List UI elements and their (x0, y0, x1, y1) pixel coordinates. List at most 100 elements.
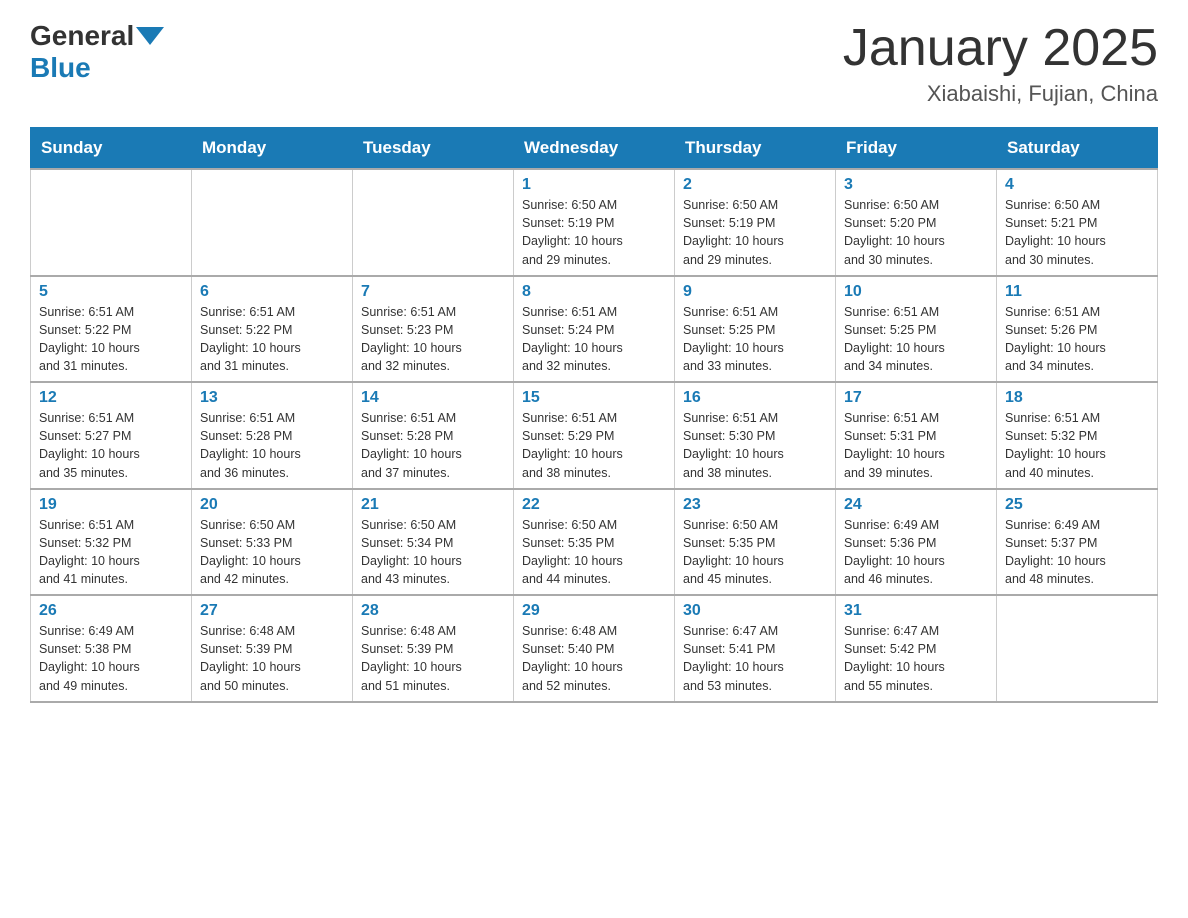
day-info: Sunrise: 6:51 AMSunset: 5:28 PMDaylight:… (200, 409, 344, 482)
calendar-cell: 29 Sunrise: 6:48 AMSunset: 5:40 PMDayligh… (514, 595, 675, 702)
calendar-cell: 13 Sunrise: 6:51 AMSunset: 5:28 PMDayligh… (192, 382, 353, 489)
day-number: 12 (39, 389, 183, 407)
day-number: 14 (361, 389, 505, 407)
day-number: 25 (1005, 496, 1149, 514)
day-number: 31 (844, 602, 988, 620)
calendar-cell: 9Sunrise: 6:51 AMSunset: 5:25 PMDaylight… (675, 276, 836, 383)
calendar-cell: 24 Sunrise: 6:49 AMSunset: 5:36 PMDayligh… (836, 489, 997, 596)
day-info: Sunrise: 6:50 AMSunset: 5:34 PMDaylight:… (361, 516, 505, 589)
day-number: 22 (522, 496, 666, 514)
calendar-week-5: 26 Sunrise: 6:49 AMSunset: 5:38 PMDayligh… (31, 595, 1158, 702)
day-info: Sunrise: 6:51 AMSunset: 5:27 PMDaylight:… (39, 409, 183, 482)
day-info: Sunrise: 6:50 AMSunset: 5:33 PMDaylight:… (200, 516, 344, 589)
logo-blue-text: Blue (30, 52, 91, 84)
calendar-cell: 16Sunrise: 6:51 AMSunset: 5:30 PMDayligh… (675, 382, 836, 489)
day-info: Sunrise: 6:51 AMSunset: 5:30 PMDaylight:… (683, 409, 827, 482)
calendar-header-wednesday: Wednesday (514, 128, 675, 170)
calendar-cell (192, 169, 353, 276)
day-info: Sunrise: 6:51 AMSunset: 5:32 PMDaylight:… (1005, 409, 1149, 482)
day-number: 3 (844, 176, 988, 194)
calendar-cell (31, 169, 192, 276)
calendar-cell: 14 Sunrise: 6:51 AMSunset: 5:28 PMDayligh… (353, 382, 514, 489)
page-header: General Blue January 2025 Xiabaishi, Fuj… (30, 20, 1158, 107)
calendar-cell: 17Sunrise: 6:51 AMSunset: 5:31 PMDayligh… (836, 382, 997, 489)
day-number: 5 (39, 283, 183, 301)
calendar-cell: 18 Sunrise: 6:51 AMSunset: 5:32 PMDayligh… (997, 382, 1158, 489)
calendar-cell: 31 Sunrise: 6:47 AMSunset: 5:42 PMDayligh… (836, 595, 997, 702)
calendar-cell: 27Sunrise: 6:48 AMSunset: 5:39 PMDayligh… (192, 595, 353, 702)
calendar-table: SundayMondayTuesdayWednesdayThursdayFrid… (30, 127, 1158, 703)
day-info: Sunrise: 6:48 AMSunset: 5:40 PMDaylight:… (522, 622, 666, 695)
day-number: 7 (361, 283, 505, 301)
calendar-header-friday: Friday (836, 128, 997, 170)
day-number: 2 (683, 176, 827, 194)
day-info: Sunrise: 6:49 AMSunset: 5:37 PMDaylight:… (1005, 516, 1149, 589)
day-number: 17 (844, 389, 988, 407)
logo-triangle-icon (136, 27, 164, 45)
calendar-cell: 15 Sunrise: 6:51 AMSunset: 5:29 PMDayligh… (514, 382, 675, 489)
calendar-cell: 1 Sunrise: 6:50 AMSunset: 5:19 PMDaylight… (514, 169, 675, 276)
day-info: Sunrise: 6:51 AMSunset: 5:22 PMDaylight:… (39, 303, 183, 376)
day-info: Sunrise: 6:51 AMSunset: 5:32 PMDaylight:… (39, 516, 183, 589)
location-subtitle: Xiabaishi, Fujian, China (843, 81, 1158, 107)
day-number: 29 (522, 602, 666, 620)
day-number: 21 (361, 496, 505, 514)
day-number: 1 (522, 176, 666, 194)
day-number: 27 (200, 602, 344, 620)
day-info: Sunrise: 6:47 AMSunset: 5:41 PMDaylight:… (683, 622, 827, 695)
calendar-header-thursday: Thursday (675, 128, 836, 170)
calendar-cell: 25 Sunrise: 6:49 AMSunset: 5:37 PMDayligh… (997, 489, 1158, 596)
day-number: 26 (39, 602, 183, 620)
day-number: 18 (1005, 389, 1149, 407)
calendar-week-2: 5 Sunrise: 6:51 AMSunset: 5:22 PMDaylight… (31, 276, 1158, 383)
day-info: Sunrise: 6:51 AMSunset: 5:29 PMDaylight:… (522, 409, 666, 482)
day-info: Sunrise: 6:49 AMSunset: 5:38 PMDaylight:… (39, 622, 183, 695)
day-info: Sunrise: 6:50 AMSunset: 5:19 PMDaylight:… (683, 196, 827, 269)
day-info: Sunrise: 6:51 AMSunset: 5:28 PMDaylight:… (361, 409, 505, 482)
day-number: 11 (1005, 283, 1149, 301)
day-info: Sunrise: 6:50 AMSunset: 5:21 PMDaylight:… (1005, 196, 1149, 269)
calendar-cell: 20 Sunrise: 6:50 AMSunset: 5:33 PMDayligh… (192, 489, 353, 596)
calendar-cell: 3 Sunrise: 6:50 AMSunset: 5:20 PMDaylight… (836, 169, 997, 276)
logo-general-text: General (30, 20, 134, 52)
day-number: 30 (683, 602, 827, 620)
day-number: 23 (683, 496, 827, 514)
calendar-cell: 7Sunrise: 6:51 AMSunset: 5:23 PMDaylight… (353, 276, 514, 383)
calendar-cell: 19 Sunrise: 6:51 AMSunset: 5:32 PMDayligh… (31, 489, 192, 596)
day-number: 19 (39, 496, 183, 514)
calendar-header-row: SundayMondayTuesdayWednesdayThursdayFrid… (31, 128, 1158, 170)
day-number: 24 (844, 496, 988, 514)
calendar-cell: 4Sunrise: 6:50 AMSunset: 5:21 PMDaylight… (997, 169, 1158, 276)
day-number: 15 (522, 389, 666, 407)
day-info: Sunrise: 6:51 AMSunset: 5:22 PMDaylight:… (200, 303, 344, 376)
calendar-week-4: 19 Sunrise: 6:51 AMSunset: 5:32 PMDayligh… (31, 489, 1158, 596)
calendar-week-1: 1 Sunrise: 6:50 AMSunset: 5:19 PMDaylight… (31, 169, 1158, 276)
calendar-cell: 6Sunrise: 6:51 AMSunset: 5:22 PMDaylight… (192, 276, 353, 383)
calendar-header-saturday: Saturday (997, 128, 1158, 170)
calendar-header-sunday: Sunday (31, 128, 192, 170)
calendar-cell: 23 Sunrise: 6:50 AMSunset: 5:35 PMDayligh… (675, 489, 836, 596)
calendar-header-monday: Monday (192, 128, 353, 170)
day-number: 9 (683, 283, 827, 301)
day-info: Sunrise: 6:48 AMSunset: 5:39 PMDaylight:… (361, 622, 505, 695)
day-number: 10 (844, 283, 988, 301)
day-info: Sunrise: 6:49 AMSunset: 5:36 PMDaylight:… (844, 516, 988, 589)
calendar-cell: 8Sunrise: 6:51 AMSunset: 5:24 PMDaylight… (514, 276, 675, 383)
calendar-cell: 21 Sunrise: 6:50 AMSunset: 5:34 PMDayligh… (353, 489, 514, 596)
calendar-cell (997, 595, 1158, 702)
day-info: Sunrise: 6:50 AMSunset: 5:35 PMDaylight:… (522, 516, 666, 589)
calendar-cell: 30 Sunrise: 6:47 AMSunset: 5:41 PMDayligh… (675, 595, 836, 702)
day-info: Sunrise: 6:50 AMSunset: 5:19 PMDaylight:… (522, 196, 666, 269)
day-number: 13 (200, 389, 344, 407)
day-info: Sunrise: 6:51 AMSunset: 5:26 PMDaylight:… (1005, 303, 1149, 376)
logo: General Blue (30, 20, 166, 84)
day-number: 8 (522, 283, 666, 301)
calendar-cell: 22 Sunrise: 6:50 AMSunset: 5:35 PMDayligh… (514, 489, 675, 596)
calendar-cell: 5 Sunrise: 6:51 AMSunset: 5:22 PMDaylight… (31, 276, 192, 383)
day-number: 20 (200, 496, 344, 514)
day-info: Sunrise: 6:50 AMSunset: 5:35 PMDaylight:… (683, 516, 827, 589)
calendar-header-tuesday: Tuesday (353, 128, 514, 170)
calendar-cell (353, 169, 514, 276)
day-info: Sunrise: 6:50 AMSunset: 5:20 PMDaylight:… (844, 196, 988, 269)
day-info: Sunrise: 6:47 AMSunset: 5:42 PMDaylight:… (844, 622, 988, 695)
